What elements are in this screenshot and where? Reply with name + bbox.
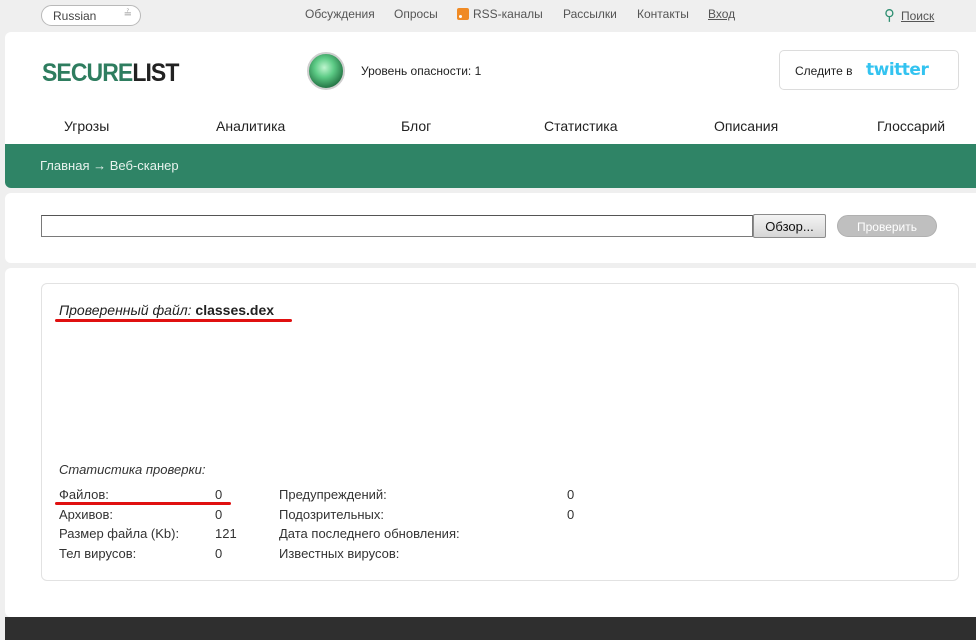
twitter-follow-button[interactable]: Следите в twitter — [779, 50, 959, 90]
threat-level-text: Уровень опасности: 1 — [361, 64, 482, 78]
follow-label: Следите в — [795, 64, 853, 78]
stat-label: Подозрительных: — [279, 507, 385, 522]
link-contacts[interactable]: Контакты — [637, 7, 689, 21]
search-icon: ⚲ — [884, 7, 895, 24]
nav-analytics[interactable]: Аналитика — [216, 118, 285, 134]
stat-value: 0 — [215, 507, 223, 522]
nav-statistics[interactable]: Статистика — [544, 118, 618, 134]
results-panel: Проверенный файл: classes.dex Статистика… — [5, 268, 976, 617]
top-bar: Russian ≟ Обсуждения Опросы RSS-каналы Р… — [0, 0, 976, 32]
chevron-down-icon: ≟ — [123, 9, 132, 20]
search-label: Поиск — [901, 9, 935, 23]
link-polls[interactable]: Опросы — [394, 7, 438, 21]
stat-label: Тел вирусов: — [59, 546, 137, 561]
nav-descriptions[interactable]: Описания — [714, 118, 778, 134]
breadcrumb-bar: Главная → Веб-сканер — [5, 144, 976, 188]
stat-value: 121 — [215, 526, 237, 541]
stat-label: Известных вирусов: — [279, 546, 400, 561]
file-path-input[interactable] — [41, 215, 753, 237]
link-rss[interactable]: RSS-каналы — [457, 7, 543, 21]
nav-glossary[interactable]: Глоссарий — [877, 118, 945, 134]
red-underline-annotation — [55, 319, 292, 322]
breadcrumb-current: Веб-сканер — [109, 158, 179, 173]
scanner-panel: Обзор... Проверить — [5, 193, 976, 263]
twitter-logo: twitter — [866, 60, 929, 80]
checked-file: Проверенный файл: classes.dex — [59, 302, 275, 318]
search-link[interactable]: ⚲ Поиск — [884, 6, 934, 24]
language-select[interactable]: Russian ≟ — [41, 5, 141, 26]
results-box: Проверенный файл: classes.dex Статистика… — [41, 283, 959, 581]
rss-icon — [457, 8, 469, 20]
check-button[interactable]: Проверить — [837, 215, 937, 237]
browse-button[interactable]: Обзор... — [753, 214, 826, 238]
nav-blog[interactable]: Блог — [401, 118, 431, 134]
stat-label: Архивов: — [59, 507, 114, 522]
link-login[interactable]: Вход — [708, 7, 735, 21]
link-discussions[interactable]: Обсуждения — [305, 7, 375, 21]
breadcrumb: Главная → Веб-сканер — [40, 158, 179, 173]
link-mailing[interactable]: Рассылки — [563, 7, 617, 21]
page-footer — [5, 617, 976, 640]
stat-value: 0 — [567, 487, 575, 502]
stat-value: 0 — [567, 507, 575, 522]
nav-threats[interactable]: Угрозы — [64, 118, 109, 134]
language-value: Russian — [53, 9, 97, 23]
checked-file-name: classes.dex — [195, 302, 275, 318]
stats-title: Статистика проверки: — [59, 462, 206, 477]
securelist-logo[interactable]: SECURELIST — [42, 59, 179, 88]
stat-value: 0 — [215, 487, 223, 502]
stat-label: Размер файла (Kb): — [59, 526, 180, 541]
breadcrumb-arrow: → — [93, 158, 107, 173]
stat-label: Предупреждений: — [279, 487, 387, 502]
red-underline-annotation — [55, 502, 231, 505]
site-header: SECURELIST Уровень опасности: 1 Следите … — [5, 32, 976, 188]
threat-level-icon — [307, 52, 345, 90]
stat-value: 0 — [215, 546, 223, 561]
stat-label: Файлов: — [59, 487, 109, 502]
breadcrumb-home[interactable]: Главная — [40, 158, 89, 173]
stat-label: Дата последнего обновления: — [279, 526, 460, 541]
